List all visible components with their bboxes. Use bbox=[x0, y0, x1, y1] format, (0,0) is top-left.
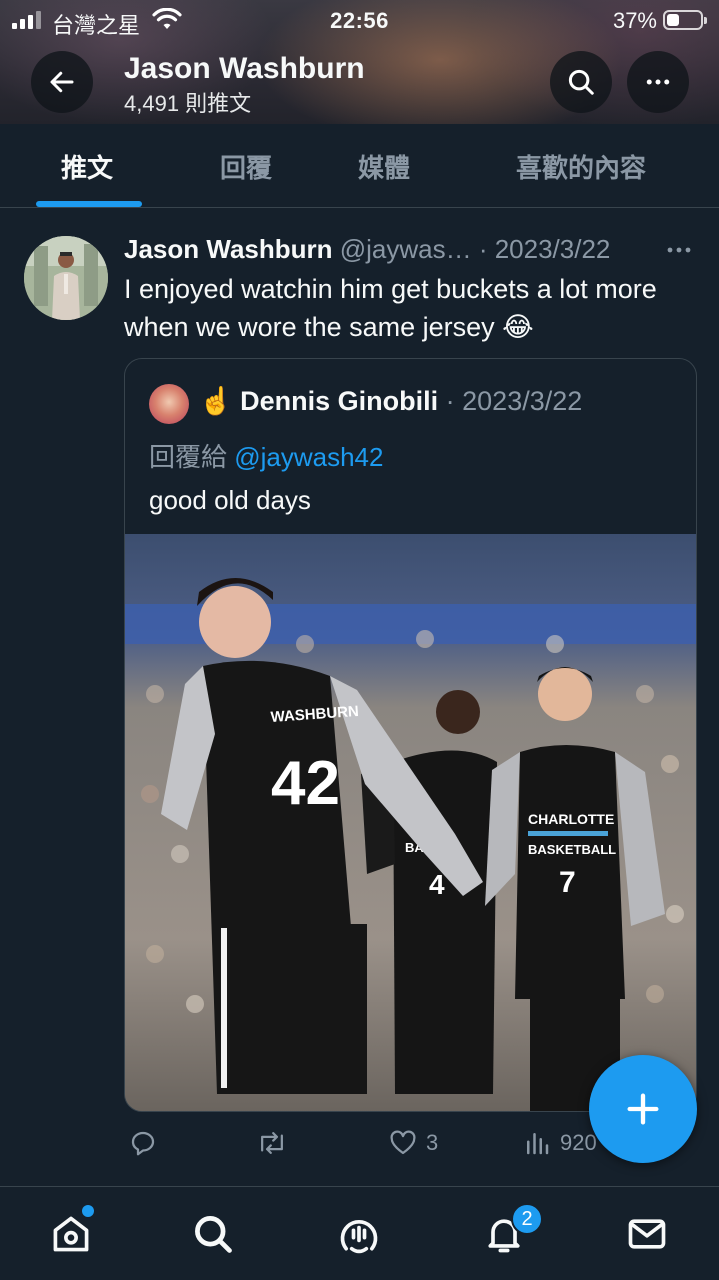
photo-jersey-right-team2: BASKETBALL bbox=[528, 842, 616, 857]
tweet-count: 4,491 則推文 bbox=[124, 91, 252, 116]
tweet-author-name[interactable]: Jason Washburn bbox=[124, 234, 333, 264]
status-bar: 台灣之星 22:56 37% bbox=[0, 0, 719, 40]
reply-icon bbox=[131, 1131, 155, 1156]
more-button[interactable] bbox=[627, 51, 689, 113]
more-icon bbox=[667, 247, 691, 253]
home-unread-dot bbox=[82, 1205, 94, 1217]
tab-replies[interactable]: 回覆 bbox=[220, 148, 272, 185]
quoted-tweet[interactable]: ☝️ Dennis Ginobili · 2023/3/22 回覆給 @jayw… bbox=[124, 358, 697, 1112]
profile-header: 台灣之星 22:56 37% Jason Washburn 4,491 則推文 bbox=[0, 0, 719, 124]
nav-messages[interactable] bbox=[624, 1211, 670, 1257]
clock: 22:56 bbox=[330, 8, 389, 33]
spaces-icon bbox=[340, 1219, 378, 1254]
quoted-author-prefix: ☝️ bbox=[199, 386, 233, 416]
quoted-avatar[interactable] bbox=[149, 384, 189, 424]
views-icon bbox=[527, 1133, 549, 1155]
home-icon bbox=[53, 1216, 89, 1252]
photo-jersey-mid-number: 4 bbox=[429, 869, 445, 900]
battery-icon bbox=[663, 10, 707, 30]
search-icon bbox=[195, 1216, 232, 1253]
tab-tweets[interactable]: 推文 bbox=[61, 148, 113, 185]
tweet-handle-date: @jaywas… · 2023/3/22 bbox=[339, 234, 611, 264]
plus-icon bbox=[627, 1093, 659, 1125]
tweet-more-button[interactable] bbox=[664, 240, 694, 265]
mail-icon bbox=[628, 1219, 666, 1249]
nav-spaces[interactable] bbox=[336, 1211, 382, 1257]
tab-media[interactable]: 媒體 bbox=[358, 148, 410, 185]
quoted-author-name: Dennis Ginobili bbox=[240, 386, 439, 416]
like-button[interactable]: 3 bbox=[388, 1128, 438, 1158]
search-button[interactable] bbox=[550, 51, 612, 113]
tweet-text: I enjoyed watchin him get buckets a lot … bbox=[124, 274, 657, 342]
nav-search[interactable] bbox=[190, 1211, 236, 1257]
battery-fill bbox=[667, 14, 679, 26]
retweet-icon bbox=[261, 1132, 283, 1154]
search-icon bbox=[568, 69, 594, 95]
views-count: 920 bbox=[560, 1130, 597, 1155]
profile-tabs: 推文 回覆 媒體 喜歡的內容 bbox=[0, 124, 719, 208]
quoted-photo[interactable]: BASKE 4 CHARLOTTE BASKETBALL 7 bbox=[125, 534, 696, 1111]
avatar[interactable] bbox=[24, 236, 108, 320]
like-count: 3 bbox=[426, 1130, 439, 1155]
bottom-nav: 2 bbox=[0, 1186, 719, 1280]
quoted-header: ☝️ Dennis Ginobili · 2023/3/22 bbox=[199, 385, 582, 417]
heart-icon bbox=[390, 1130, 416, 1155]
tab-indicator bbox=[36, 201, 142, 207]
profile-name: Jason Washburn bbox=[124, 52, 365, 85]
back-button[interactable] bbox=[31, 51, 93, 113]
reply-to-handle[interactable]: @jaywash42 bbox=[234, 442, 383, 472]
photo-jersey-right-number: 7 bbox=[559, 866, 576, 899]
photo-jersey-right-team: CHARLOTTE bbox=[528, 811, 614, 827]
reply-button[interactable] bbox=[128, 1128, 166, 1158]
compose-button[interactable] bbox=[589, 1055, 697, 1163]
quoted-reply-to: 回覆給 @jaywash42 bbox=[149, 437, 383, 474]
tab-likes[interactable]: 喜歡的內容 bbox=[516, 148, 646, 185]
more-icon bbox=[646, 79, 670, 85]
photo-jersey-left-number: 42 bbox=[271, 749, 340, 818]
reply-to-label: 回覆給 bbox=[149, 442, 235, 472]
retweet-button[interactable] bbox=[256, 1128, 296, 1158]
tweet-header: Jason Washburn @jaywas… · 2023/3/22 bbox=[124, 234, 610, 265]
quoted-text: good old days bbox=[149, 485, 311, 515]
nav-home[interactable] bbox=[48, 1211, 94, 1257]
battery-percent: 37% bbox=[612, 8, 657, 33]
arrow-left-icon bbox=[50, 71, 74, 93]
views-button[interactable]: 920 bbox=[522, 1128, 597, 1158]
notification-badge: 2 bbox=[511, 1203, 543, 1235]
quoted-date: · 2023/3/22 bbox=[438, 386, 583, 416]
